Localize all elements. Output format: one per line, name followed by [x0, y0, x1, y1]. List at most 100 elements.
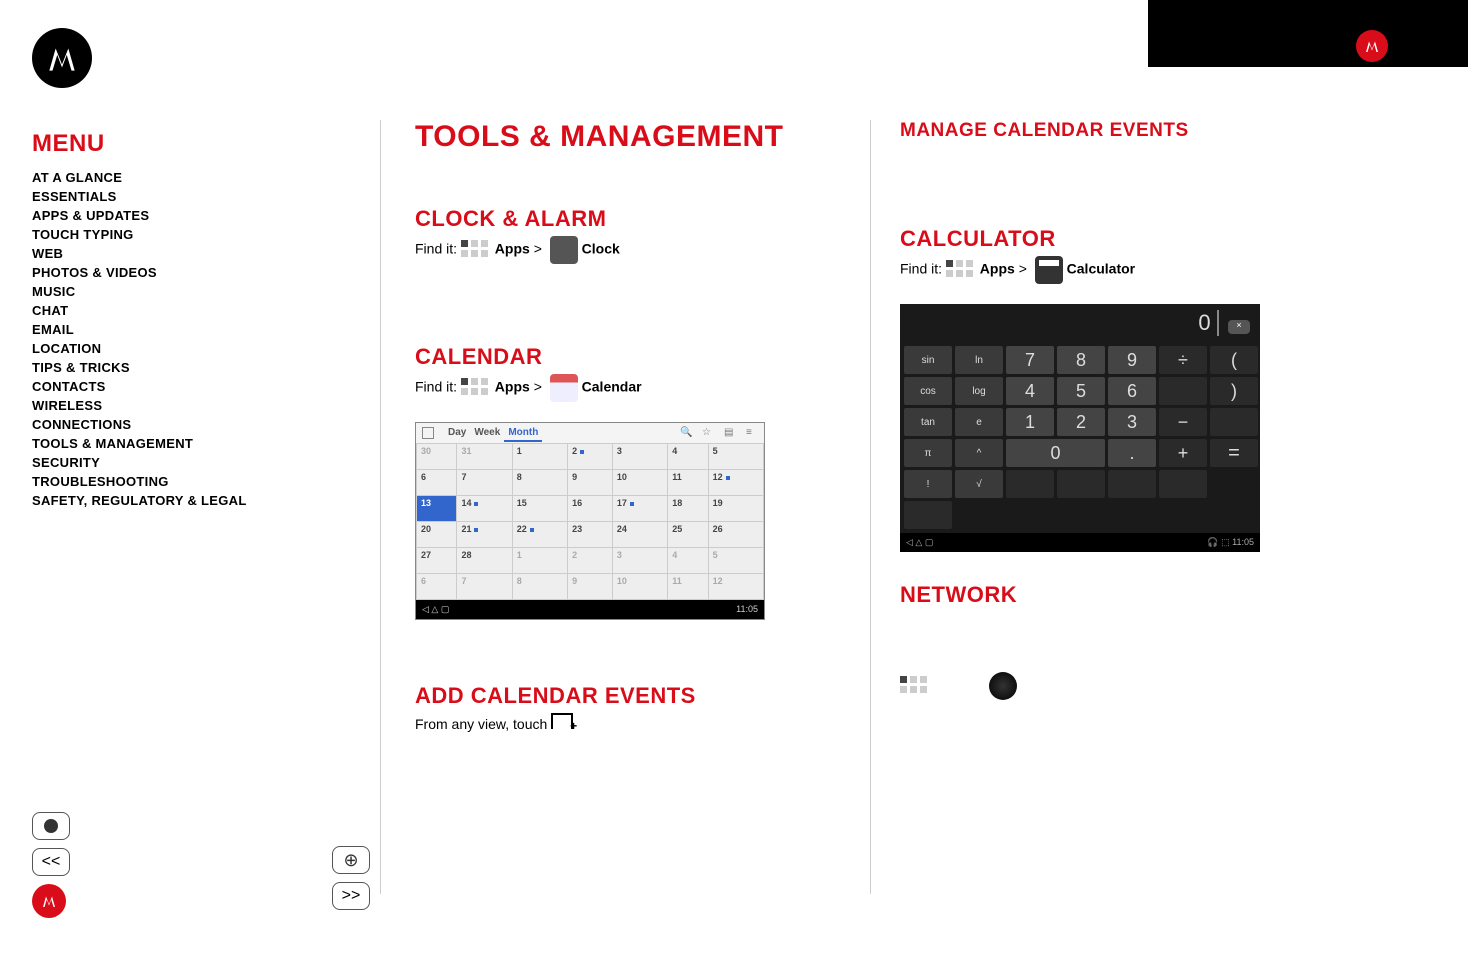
tab-day[interactable]: Day	[444, 425, 470, 440]
calendar-cell[interactable]: 11	[668, 573, 708, 599]
menu-item-web[interactable]: WEB	[32, 244, 332, 263]
search-icon[interactable]: 🔍	[680, 427, 692, 439]
key-log[interactable]: log	[955, 377, 1003, 405]
calendar-cell[interactable]: 31	[457, 443, 512, 469]
key-4[interactable]: 4	[1006, 377, 1054, 405]
key-.[interactable]: .	[1108, 439, 1156, 467]
calendar-cell[interactable]: 3	[612, 547, 667, 573]
calendar-cell[interactable]: 24	[612, 521, 667, 547]
key-![interactable]: !	[904, 470, 952, 498]
calendar-cell[interactable]: 28	[457, 547, 512, 573]
key-tan[interactable]: tan	[904, 408, 952, 436]
calendar-cell[interactable]: 14	[457, 495, 512, 521]
key-([interactable]: (	[1210, 346, 1258, 374]
calendar-cell[interactable]: 15	[512, 495, 567, 521]
menu-item-wireless[interactable]: WIRELESS	[32, 396, 332, 415]
key-6[interactable]: 6	[1108, 377, 1156, 405]
key-√[interactable]: √	[955, 470, 1003, 498]
key-−[interactable]: −	[1159, 408, 1207, 436]
next-button[interactable]: >>	[332, 882, 370, 910]
tab-month[interactable]: Month	[504, 425, 542, 442]
key-7[interactable]: 7	[1006, 346, 1054, 374]
key-8[interactable]: 8	[1057, 346, 1105, 374]
calendar-cell[interactable]: 21	[457, 521, 512, 547]
calendar-cell[interactable]: 9	[568, 469, 613, 495]
key-sin[interactable]: sin	[904, 346, 952, 374]
calendar-cell[interactable]: 4	[668, 547, 708, 573]
calendar-cell[interactable]: 19	[708, 495, 763, 521]
home-button[interactable]	[32, 812, 70, 840]
key-9[interactable]: 9	[1108, 346, 1156, 374]
calendar-cell[interactable]: 6	[417, 469, 457, 495]
calendar-cell[interactable]: 8	[512, 469, 567, 495]
key-e[interactable]: e	[955, 408, 1003, 436]
calendar-cell[interactable]: 8	[512, 573, 567, 599]
more-button[interactable]	[332, 846, 370, 874]
calendar-cell[interactable]: 3	[612, 443, 667, 469]
menu-item-security[interactable]: SECURITY	[32, 453, 332, 472]
key-ln[interactable]: ln	[955, 346, 1003, 374]
calendar-cell[interactable]: 1	[512, 547, 567, 573]
calendar-cell[interactable]: 2	[568, 443, 613, 469]
calendar-cell[interactable]: 7	[457, 573, 512, 599]
key-3[interactable]: 3	[1108, 408, 1156, 436]
tab-week[interactable]: Week	[470, 425, 504, 440]
menu-item-essentials[interactable]: ESSENTIALS	[32, 187, 332, 206]
calendar-cell[interactable]: 25	[668, 521, 708, 547]
calendar-cell[interactable]: 6	[417, 573, 457, 599]
key-π[interactable]: π	[904, 439, 952, 467]
key-cos[interactable]: cos	[904, 377, 952, 405]
calendar-cell[interactable]: 20	[417, 521, 457, 547]
menu-item-chat[interactable]: CHAT	[32, 301, 332, 320]
calendar-cell[interactable]: 23	[568, 521, 613, 547]
backspace-icon[interactable]: ×	[1228, 320, 1250, 334]
calendar-cell[interactable]: 2	[568, 547, 613, 573]
today-icon[interactable]: ☆	[702, 427, 714, 439]
calendar-cell[interactable]: 22	[512, 521, 567, 547]
calendar-cell[interactable]: 18	[668, 495, 708, 521]
calendar-cell[interactable]: 17	[612, 495, 667, 521]
calendar-cell[interactable]: 9	[568, 573, 613, 599]
menu-item-tips-tricks[interactable]: TIPS & TRICKS	[32, 358, 332, 377]
calendar-cell[interactable]: 12	[708, 573, 763, 599]
menu-item-safety-regulatory-legal[interactable]: SAFETY, REGULATORY & LEGAL	[32, 491, 332, 510]
menu-item-apps-updates[interactable]: APPS & UPDATES	[32, 206, 332, 225]
key-)[interactable]: )	[1210, 377, 1258, 405]
menu-item-photos-videos[interactable]: PHOTOS & VIDEOS	[32, 263, 332, 282]
calendar-cell[interactable]: 5	[708, 443, 763, 469]
key-÷[interactable]: ÷	[1159, 346, 1207, 374]
calendar-cell[interactable]: 10	[612, 469, 667, 495]
menu-item-touch-typing[interactable]: TOUCH TYPING	[32, 225, 332, 244]
key-0[interactable]: 0	[1006, 439, 1105, 467]
calendar-app-icon	[422, 427, 434, 439]
menu-item-location[interactable]: LOCATION	[32, 339, 332, 358]
key-1[interactable]: 1	[1006, 408, 1054, 436]
calendar-cell[interactable]: 30	[417, 443, 457, 469]
calendar-cell[interactable]: 13	[417, 495, 457, 521]
calendar-cell[interactable]: 1	[512, 443, 567, 469]
key-2[interactable]: 2	[1057, 408, 1105, 436]
new-event-icon[interactable]: ▤	[724, 427, 736, 439]
calendar-cell[interactable]: 5	[708, 547, 763, 573]
menu-icon[interactable]: ≡	[746, 427, 758, 439]
menu-item-music[interactable]: MUSIC	[32, 282, 332, 301]
menu-item-tools-management[interactable]: TOOLS & MANAGEMENT	[32, 434, 332, 453]
key-=[interactable]: =	[1210, 439, 1258, 467]
menu-item-troubleshooting[interactable]: TROUBLESHOOTING	[32, 472, 332, 491]
menu-item-at-a-glance[interactable]: AT A GLANCE	[32, 168, 332, 187]
menu-item-email[interactable]: EMAIL	[32, 320, 332, 339]
calendar-cell[interactable]: 26	[708, 521, 763, 547]
key-5[interactable]: 5	[1057, 377, 1105, 405]
key-^[interactable]: ^	[955, 439, 1003, 467]
menu-item-connections[interactable]: CONNECTIONS	[32, 415, 332, 434]
calendar-cell[interactable]: 12	[708, 469, 763, 495]
calendar-cell[interactable]: 10	[612, 573, 667, 599]
calendar-cell[interactable]: 11	[668, 469, 708, 495]
calendar-cell[interactable]: 7	[457, 469, 512, 495]
calendar-cell[interactable]: 16	[568, 495, 613, 521]
prev-button[interactable]: <<	[32, 848, 70, 876]
menu-item-contacts[interactable]: CONTACTS	[32, 377, 332, 396]
calendar-cell[interactable]: 27	[417, 547, 457, 573]
key-+[interactable]: +	[1159, 439, 1207, 467]
calendar-cell[interactable]: 4	[668, 443, 708, 469]
